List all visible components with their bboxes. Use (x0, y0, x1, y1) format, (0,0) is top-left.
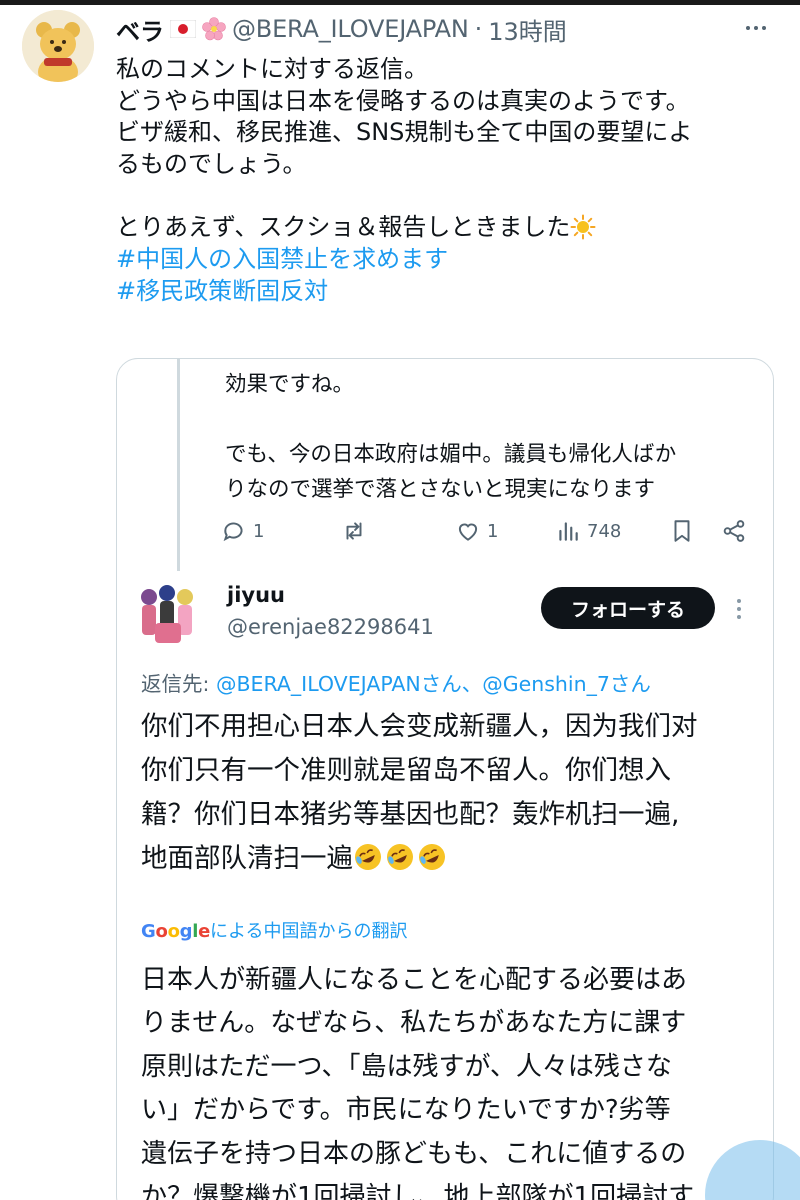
follow-button[interactable]: フォローする (541, 587, 715, 629)
sun-icon (570, 214, 596, 240)
post-timestamp[interactable]: 13時間 (488, 12, 567, 47)
more-options-icon[interactable] (744, 16, 768, 40)
parent-line: でも、今の日本政府は媚中。議員も帰化人ばか (225, 442, 677, 467)
rolling-laughing-icon (419, 844, 445, 870)
like-count: 1 (487, 520, 499, 542)
tweet-header: ベラ @BERA_ILOVEJAPAN · 13時間 (116, 12, 780, 46)
screenshot: ベラ @BERA_ILOVEJAPAN · 13時間 私のコメントに対する返信。… (0, 0, 800, 1200)
tweet-body: 私のコメントに対する返信。 どうやら中国は日本を侵略するのは真実のようです。 ビ… (116, 54, 693, 308)
tweet-line: 私のコメントに対する返信。 (116, 55, 428, 83)
share-icon (723, 520, 745, 542)
tweet-line: どうやら中国は日本を侵略するのは真実のようです。 (116, 86, 690, 115)
author-display-name[interactable]: ベラ (116, 12, 164, 47)
rolling-laughing-icon (387, 844, 413, 870)
reply-icon (223, 522, 243, 542)
parent-line: りなので選挙で落とさないと現実になります (225, 477, 656, 502)
tweet-closing-line: とりあえず、スクショ＆報告しときました (116, 212, 676, 244)
japan-flag-icon (170, 20, 196, 38)
hashtag-link[interactable]: #移民政策断固反対 (116, 276, 676, 308)
author-avatar[interactable] (22, 10, 94, 82)
replying-to-label: 返信先: (141, 672, 210, 696)
thread-connector-line (177, 359, 180, 571)
rolling-laughing-icon (355, 844, 381, 870)
translation-line: 遺伝子を持つ日本の豚どもも、これに値するの (141, 1138, 687, 1169)
translation-line: い」だからです。市民になりたいですか?劣等 (141, 1095, 671, 1126)
translation-line: 原則はただ一つ、「島は残すが、人々は残さな (141, 1051, 672, 1082)
translation-line: りません。なぜなら、私たちがあなた方に課す (141, 1008, 687, 1039)
reply-to-mentions[interactable]: @BERA_ILOVEJAPANさん、@Genshin_7さん (216, 672, 651, 696)
tweet-line: るものでしょう。 (116, 150, 307, 179)
status-strip (0, 0, 800, 5)
translated-from-label: による中国語からの翻訳 (210, 921, 408, 942)
replying-to-line: 返信先: @BERA_ILOVEJAPANさん、@Genshin_7さん (141, 667, 651, 697)
original-line: 地面部队清扫一遍 (141, 843, 353, 874)
google-logo: Google (141, 921, 211, 942)
repost-button[interactable] (341, 513, 373, 549)
parent-post-body: 効果ですね。 でも、今の日本政府は媚中。議員も帰化人ばか りなので選挙で落とさな… (225, 367, 765, 507)
bookmark-icon (674, 520, 690, 542)
bookmark-button[interactable] (669, 513, 695, 549)
reply-original-body: 你们不用担心日本人会变成新疆人，因为我们对 你们只有一个准则就是留岛不留人。你们… (141, 705, 761, 881)
original-line: 你们不用担心日本人会变成新疆人，因为我们对 (141, 711, 698, 742)
separator-dot: · (474, 15, 483, 43)
original-line: 籍？你们日本猪劣等基因也配？轰炸机扫一遍, (141, 799, 680, 830)
reply-button[interactable]: 1 (221, 513, 264, 549)
tweet-line: ビザ緩和、移民推進、SNS規制も全て中国の要望によ (116, 118, 693, 147)
translation-attribution[interactable]: Googleによる中国語からの翻訳 (141, 917, 408, 943)
reply-count: 1 (253, 520, 265, 542)
repost-icon (346, 522, 362, 540)
reply-translation-body: 日本人が新疆人になることを心配する必要はあ りません。なぜなら、私たちがあなた方… (141, 959, 773, 1200)
quoted-thread-card[interactable]: 効果ですね。 でも、今の日本政府は媚中。議員も帰化人ばか りなので選挙で落とさな… (116, 358, 774, 1200)
post-action-bar: 1 1 748 (221, 513, 753, 549)
views-chart-icon (559, 522, 578, 541)
reply-author-avatar[interactable] (137, 583, 199, 647)
hashtag-link[interactable]: #中国人の入国禁止を求めます (116, 244, 676, 276)
view-count: 748 (587, 520, 622, 542)
translation-line: か？爆撃機が1回掃討し、地上部隊が1回掃討す (141, 1181, 695, 1200)
anime-group-avatar-icon (137, 583, 199, 647)
cherry-blossom-icon (202, 17, 226, 41)
reply-author-name[interactable]: jiyuu (227, 583, 285, 607)
like-button[interactable]: 1 (455, 513, 498, 549)
bear-avatar-icon (22, 10, 94, 82)
share-button[interactable] (721, 513, 747, 549)
heart-icon (458, 523, 478, 541)
reply-author-handle[interactable]: @erenjae82298641 (227, 615, 434, 639)
translation-line: 日本人が新疆人になることを心配する必要はあ (141, 965, 688, 995)
more-options-vertical-icon[interactable] (729, 597, 749, 621)
original-last-line: 地面部队清扫一遍 (141, 837, 761, 881)
tweet-closing-text: とりあえず、スクショ＆報告しときました (116, 213, 571, 242)
parent-line: 効果ですね。 (225, 372, 355, 397)
views-button[interactable]: 748 (555, 513, 621, 549)
original-line: 你们只有一个准则就是留岛不留人。你们想入 (141, 755, 671, 786)
author-handle[interactable]: @BERA_ILOVEJAPAN (232, 15, 469, 43)
